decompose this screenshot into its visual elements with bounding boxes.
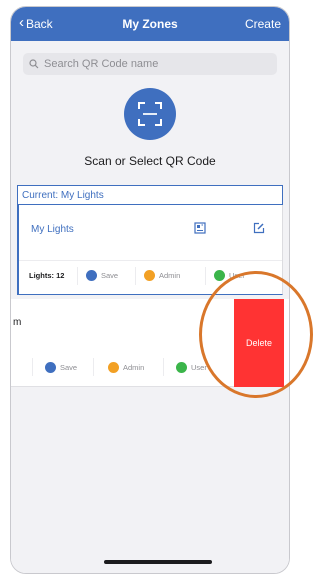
admin-button[interactable]: Admin (93, 358, 163, 376)
create-button[interactable]: Create (245, 17, 281, 31)
save-label: Save (101, 271, 119, 280)
current-zone-header: Current: My Lights (17, 185, 283, 205)
zone-row-footer: Save Admin User (11, 353, 233, 381)
divider (11, 358, 33, 376)
save-icon (45, 361, 56, 373)
qr-scan-icon (138, 102, 162, 126)
admin-label: Admin (159, 271, 181, 280)
qr-code-icon[interactable] (194, 222, 206, 234)
scan-label: Scan or Select QR Code (84, 154, 216, 168)
lights-count: Lights: 12 (29, 271, 65, 280)
user-icon (176, 361, 187, 373)
zone-name: My Lights (31, 224, 74, 235)
search-placeholder: Search QR Code name (44, 58, 159, 70)
home-indicator[interactable] (104, 560, 212, 564)
admin-button[interactable]: Admin (135, 266, 205, 285)
admin-label: Admin (123, 362, 145, 372)
save-button[interactable]: Save (77, 266, 135, 285)
search-icon (29, 59, 39, 69)
admin-icon (144, 270, 155, 281)
save-label: Save (60, 362, 78, 372)
zone-name: m (13, 317, 22, 328)
search-input[interactable]: Search QR Code name (23, 53, 277, 75)
edit-icon[interactable] (253, 222, 265, 234)
scan-qr-button[interactable] (124, 88, 176, 140)
highlight-circle (199, 271, 313, 398)
admin-icon (108, 361, 119, 373)
save-button[interactable]: Save (33, 358, 93, 376)
save-icon (86, 270, 97, 281)
user-icon (214, 270, 225, 281)
nav-bar: ‹ Back My Zones Create (11, 7, 289, 41)
